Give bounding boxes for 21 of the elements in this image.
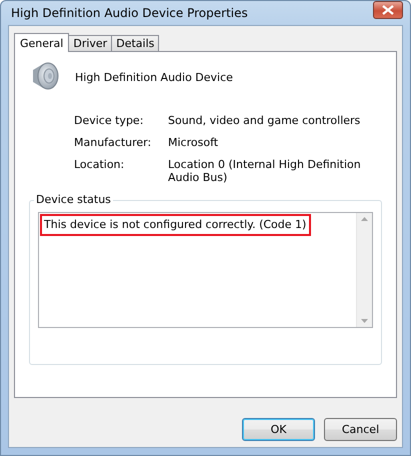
- close-icon: [382, 5, 394, 15]
- down-arrow-icon: [361, 319, 368, 323]
- close-button[interactable]: [373, 1, 403, 19]
- property-label: Manufacturer:: [74, 136, 152, 149]
- group-title: Device status: [34, 193, 113, 206]
- tab[interactable]: Driver: [68, 35, 112, 51]
- dialog-button[interactable]: Cancel: [324, 418, 397, 441]
- property-label: Location:: [74, 158, 126, 173]
- dialog-button[interactable]: OK: [242, 418, 315, 441]
- tab[interactable]: General: [14, 33, 70, 52]
- property-value: Location 0 (Internal High Definition Audio Bus): [168, 158, 362, 184]
- property-label: Device type:: [74, 114, 144, 127]
- property-value: Sound, video and game controllers: [168, 114, 362, 127]
- up-arrow-icon: [361, 217, 368, 221]
- scrollbar[interactable]: [356, 213, 372, 327]
- window-title: High Definition Audio Device Properties: [10, 6, 248, 20]
- device-name: High Definition Audio Device: [75, 70, 233, 84]
- property-value: Microsoft: [168, 136, 220, 149]
- status-text: This device is not configured correctly. (Code 1): [40, 214, 312, 236]
- status-textbox[interactable]: This device is not configured correctly. (Code 1): [38, 212, 373, 328]
- tab[interactable]: Details: [111, 35, 160, 51]
